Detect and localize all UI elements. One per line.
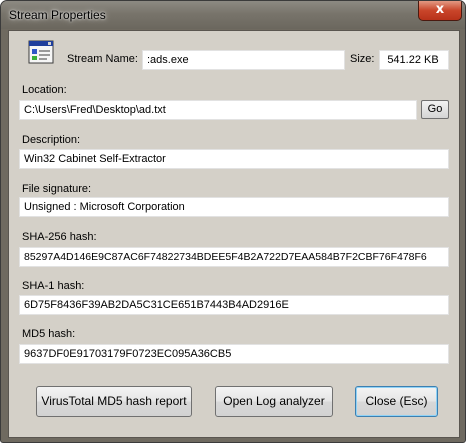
sha256-field[interactable]: 85297A4D146E9C87AC6F74822734BDEE5F4B2A72… xyxy=(19,247,449,267)
sha1-field[interactable]: 6D75F8436F39AB2DA5C31CE651B7443B4AD2916E xyxy=(19,295,449,315)
md5-label: MD5 hash: xyxy=(22,328,76,340)
window-close-button[interactable]: x xyxy=(418,1,462,21)
close-icon: x xyxy=(435,2,445,17)
size-label: Size: xyxy=(350,53,375,65)
file-signature-label: File signature: xyxy=(22,183,92,195)
description-field[interactable]: Win32 Cabinet Self-Extractor xyxy=(19,149,449,169)
close-button[interactable]: Close (Esc) xyxy=(355,386,438,417)
location-label: Location: xyxy=(22,84,67,96)
stream-properties-window: Stream Properties x Stream Name: :ads.ex… xyxy=(0,0,466,443)
dialog-body: Stream Name: :ads.exe Size: 541.22 KB Lo… xyxy=(8,30,460,438)
size-field[interactable]: 541.22 KB xyxy=(379,50,449,70)
title-bar[interactable]: Stream Properties x xyxy=(1,1,465,29)
go-button[interactable]: Go xyxy=(421,100,449,119)
virustotal-report-button[interactable]: VirusTotal MD5 hash report xyxy=(36,386,192,417)
stream-name-label: Stream Name: xyxy=(67,53,138,65)
description-label: Description: xyxy=(22,134,81,146)
window-title: Stream Properties xyxy=(9,8,106,22)
location-field[interactable]: C:\Users\Fred\Desktop\ad.txt xyxy=(19,100,417,120)
open-log-analyzer-button[interactable]: Open Log analyzer xyxy=(215,386,333,417)
sha1-label: SHA-1 hash: xyxy=(22,280,85,292)
md5-field[interactable]: 9637DF0E91703179F0723EC095A36CB5 xyxy=(19,344,449,364)
file-signature-field[interactable]: Unsigned : Microsoft Corporation xyxy=(19,197,449,217)
application-window-icon xyxy=(28,40,54,64)
stream-name-field[interactable]: :ads.exe xyxy=(142,50,345,70)
sha256-label: SHA-256 hash: xyxy=(22,231,97,243)
